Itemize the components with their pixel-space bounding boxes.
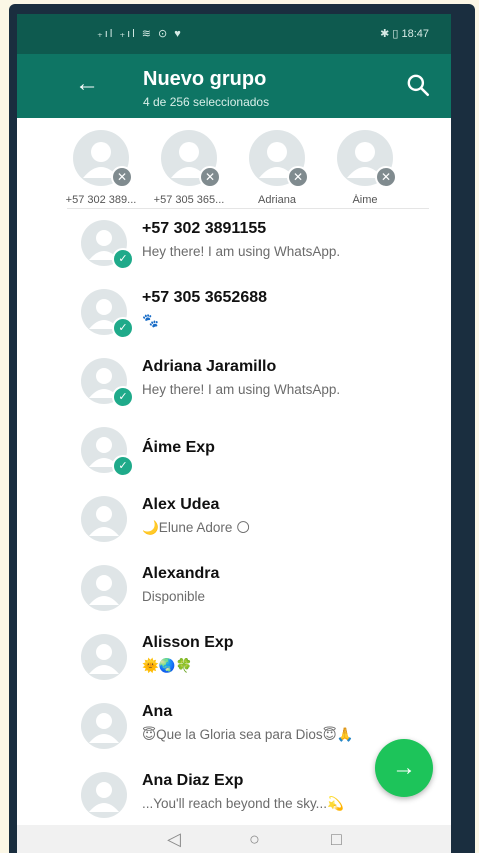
contact-status: Hey there! I am using WhatsApp. [142,382,341,397]
avatar [81,496,127,542]
contact-row[interactable]: ✓ +57 302 3891155 Hey there! I am using … [17,212,451,281]
avatar: ✕ [73,130,133,188]
contact-name: Áime Exp [142,439,215,456]
close-icon[interactable]: ✕ [375,166,397,188]
screen: ₊ıl ₊ıl ≋ ⊙ ♥ ✱ ▯ 18:47 ← Nuevo grupo 4 … [17,14,451,853]
phone-frame: ₊ıl ₊ıl ≋ ⊙ ♥ ✱ ▯ 18:47 ← Nuevo grupo 4 … [9,4,475,853]
page-title: Nuevo grupo [143,68,267,90]
nav-home-icon[interactable]: ○ [249,829,260,850]
chip-label: +57 302 389... [65,194,137,206]
chip-label: +57 305 365... [153,194,225,206]
avatar [81,565,127,611]
contact-name: Alisson Exp [142,634,234,651]
chip-label: Adriana [258,194,296,206]
selected-contacts-strip: ✕ +57 302 389... ✕ +57 305 365... ✕ Adri… [17,118,451,210]
arrow-right-icon: → [392,754,416,781]
avatar [81,634,127,680]
contact-name: Alex Udea [142,496,220,513]
selected-chip[interactable]: ✕ Áime [323,130,407,206]
contact-name: Ana [142,703,173,720]
navigation-bar: ◁ ○ □ [17,825,451,853]
contact-row[interactable]: Alexandra Disponible [17,557,451,626]
close-icon[interactable]: ✕ [111,166,133,188]
arrow-left-icon[interactable]: ← [75,72,99,96]
check-icon: ✓ [112,455,134,477]
selected-chip[interactable]: ✕ Adriana [235,130,319,206]
selected-chip[interactable]: ✕ +57 302 389... [59,130,143,206]
close-icon[interactable]: ✕ [287,166,309,188]
check-icon: ✓ [112,386,134,408]
contact-row[interactable]: ✓ +57 305 3652688 🐾 [17,281,451,350]
contact-status: ...You'll reach beyond the sky...💫 [142,796,344,811]
chip-label: Áime [352,194,378,206]
avatar [81,772,127,818]
nav-recent-icon[interactable]: □ [331,829,342,850]
status-time: ✱ ▯ 18:47 [380,28,429,40]
contact-status: 🌞🌏🍀 [142,658,193,673]
selection-count: 4 de 256 seleccionados [143,95,270,109]
contact-status: Hey there! I am using WhatsApp. [142,244,341,259]
contact-row[interactable]: ✓ Áime Exp [17,419,451,488]
contact-name: +57 305 3652688 [142,289,268,306]
status-bar: ₊ıl ₊ıl ≋ ⊙ ♥ ✱ ▯ 18:47 [17,14,451,54]
divider [67,208,429,209]
contact-status: Disponible [142,589,206,604]
search-icon[interactable] [405,72,431,98]
contact-status: 😇Que la Gloria sea para Dios😇🙏 [142,727,354,742]
avatar: ✕ [337,130,397,188]
contact-name: +57 302 3891155 [142,220,267,237]
avatar [81,703,127,749]
check-icon: ✓ [112,317,134,339]
nav-back-icon[interactable]: ◁ [167,829,181,850]
contact-name: Alexandra [142,565,220,582]
app-bar: ← Nuevo grupo 4 de 256 seleccionados [17,54,451,118]
check-icon: ✓ [112,248,134,270]
contact-row[interactable]: Alex Udea 🌙Elune Adore 🌕 [17,488,451,557]
contact-name: Ana Diaz Exp [142,772,244,789]
contact-name: Adriana Jaramillo [142,358,277,375]
selected-chip[interactable]: ✕ +57 305 365... [147,130,231,206]
avatar: ✕ [249,130,309,188]
contact-row[interactable]: Alisson Exp 🌞🌏🍀 [17,626,451,695]
avatar: ✕ [161,130,221,188]
contact-row[interactable]: ✓ Adriana Jaramillo Hey there! I am usin… [17,350,451,419]
close-icon[interactable]: ✕ [199,166,221,188]
contact-status: 🐾 [142,313,159,328]
contact-status: 🌙Elune Adore 🌕 [142,520,251,535]
next-button[interactable]: → [375,739,433,797]
status-icons: ₊ıl ₊ıl ≋ ⊙ ♥ [97,28,183,40]
